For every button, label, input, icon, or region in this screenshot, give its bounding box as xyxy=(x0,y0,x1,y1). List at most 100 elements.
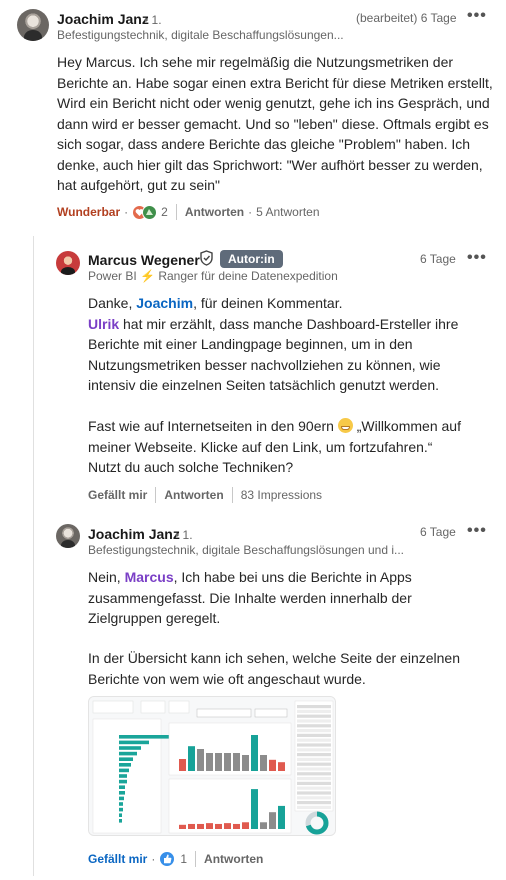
dashboard-table-row xyxy=(297,733,331,737)
dashboard-bottom-bar xyxy=(251,789,258,829)
dashboard-table-row xyxy=(297,719,331,723)
reaction-button[interactable]: Wunderbar xyxy=(57,205,120,219)
more-options-button[interactable]: ••• xyxy=(467,7,487,25)
dashboard-table-row xyxy=(297,796,331,800)
like-button[interactable]: Gefällt mir xyxy=(88,852,147,866)
dashboard-table-row xyxy=(297,791,331,795)
dashboard-hbar xyxy=(119,757,133,761)
dashboard-hbar xyxy=(119,813,122,817)
dashboard-hbar xyxy=(119,819,122,823)
verified-shield-icon xyxy=(199,250,214,271)
reaction-icons[interactable] xyxy=(132,204,158,220)
reply-button[interactable]: Antworten xyxy=(164,488,223,502)
dashboard-bottom-bar xyxy=(269,812,276,829)
author-name[interactable]: Joachim Janz xyxy=(88,526,180,542)
dashboard-top-bar xyxy=(233,753,240,771)
author-name[interactable]: Joachim Janz xyxy=(57,11,149,27)
avatar[interactable] xyxy=(17,9,49,41)
dashboard-table-row xyxy=(297,709,331,713)
dashboard-hbar xyxy=(119,802,123,806)
dashboard-hbar xyxy=(119,740,149,745)
mention-link[interactable]: Marcus xyxy=(125,569,174,585)
connection-degree: • 1. xyxy=(175,528,193,542)
dashboard-top-bar xyxy=(179,759,186,771)
support-reaction-icon xyxy=(142,204,158,220)
author-name[interactable]: Marcus Wegener xyxy=(88,252,200,268)
author-badge: Autor:in xyxy=(220,250,283,268)
dashboard-top-bar xyxy=(278,762,285,771)
avatar[interactable] xyxy=(56,251,80,275)
dashboard-bottom-bar xyxy=(206,823,213,829)
dashboard-table-row xyxy=(297,743,331,747)
more-options-button[interactable]: ••• xyxy=(467,522,487,540)
dashboard-table-row xyxy=(297,801,331,805)
dashboard-table-row xyxy=(297,705,331,709)
replies-count[interactable]: 5 Antworten xyxy=(256,205,319,219)
dashboard-hbar xyxy=(119,807,123,812)
dashboard-top-bar xyxy=(197,749,204,771)
dashboard-table-row xyxy=(297,772,331,776)
dashboard-top-bar xyxy=(215,753,222,771)
dashboard-bottom-bar xyxy=(260,822,267,829)
mention-link[interactable]: Ulrik xyxy=(88,316,119,332)
comment-time: (bearbeitet) 6 Tage xyxy=(356,11,457,25)
dashboard-table-row xyxy=(297,762,331,766)
reply-text: Nein, Marcus, Ich habe bei uns die Beric… xyxy=(88,569,412,626)
dashboard-table-row xyxy=(297,714,331,718)
dashboard-hbar xyxy=(119,735,175,739)
dashboard-top-bar xyxy=(242,755,249,771)
like-button[interactable]: Gefällt mir xyxy=(88,488,147,502)
dashboard-hbar xyxy=(119,751,137,756)
dashboard-hbar xyxy=(119,779,127,784)
dashboard-table-row xyxy=(297,786,331,790)
thread-line xyxy=(33,236,34,876)
dashboard-table-row xyxy=(297,767,331,771)
more-options-button[interactable]: ••• xyxy=(467,249,487,267)
dashboard-top-bar xyxy=(260,755,267,771)
like-count[interactable]: 1 xyxy=(180,852,187,866)
author-headline: Befestigungstechnik, digitale Beschaffun… xyxy=(88,543,404,557)
reply-text: Danke, Joachim, für deinen Kommentar. Ul… xyxy=(88,295,459,393)
dashboard-bottom-bar xyxy=(197,823,204,829)
reply-button[interactable]: Antworten xyxy=(204,852,263,866)
dashboard-table-row xyxy=(297,729,331,733)
dashboard-top-bar xyxy=(206,753,213,771)
dashboard-table-row xyxy=(297,777,331,781)
dashboard-table-row xyxy=(297,757,331,761)
grinning-emoji-icon xyxy=(337,418,353,433)
comment-actions: Wunderbar · 2 Antworten · 5 Antworten xyxy=(57,204,320,220)
dashboard-table-row xyxy=(297,781,331,785)
dashboard-table-row xyxy=(297,738,331,742)
reply-actions: Gefällt mir Antworten 83 Impressions xyxy=(88,487,322,503)
like-reaction-icon[interactable] xyxy=(159,851,176,867)
reply-actions: Gefällt mir · 1 Antworten xyxy=(88,851,264,867)
dashboard-bottom-bar xyxy=(188,823,195,829)
mention-link[interactable]: Joachim xyxy=(136,295,193,311)
dashboard-bottom-bar xyxy=(179,824,186,829)
comment-text: Hey Marcus. Ich sehe mir regelmäßig die … xyxy=(57,54,493,193)
lightning-icon: ⚡ xyxy=(140,269,155,283)
dashboard-hbar xyxy=(119,746,141,750)
avatar[interactable] xyxy=(56,524,80,548)
impressions-count[interactable]: 83 Impressions xyxy=(241,488,322,502)
dashboard-bottom-bar xyxy=(278,805,285,829)
author-headline: Power BI ⚡ Ranger für deine Datenexpedit… xyxy=(88,269,338,283)
reply-button[interactable]: Antworten xyxy=(185,205,244,219)
dashboard-table-row xyxy=(297,724,331,728)
dashboard-screenshot-image[interactable] xyxy=(88,696,336,836)
reaction-count[interactable]: 2 xyxy=(161,205,168,219)
dashboard-hbar xyxy=(119,763,131,767)
dashboard-bottom-bar xyxy=(242,822,249,829)
dashboard-hbar xyxy=(119,774,127,778)
dashboard-thumbnail xyxy=(89,697,335,835)
comment-time: 6 Tage xyxy=(420,525,456,539)
dashboard-top-bar xyxy=(269,759,276,771)
dashboard-hbar xyxy=(119,791,125,795)
dashboard-hbar xyxy=(119,768,129,773)
comment-time: 6 Tage xyxy=(420,252,456,266)
dashboard-hbar xyxy=(119,796,124,801)
dashboard-table-row xyxy=(297,805,331,809)
dashboard-table-row xyxy=(297,748,331,752)
reply-text-2: Fast wie auf Internetseiten in den 90ern… xyxy=(88,418,461,475)
dashboard-bottom-bar xyxy=(233,823,240,829)
